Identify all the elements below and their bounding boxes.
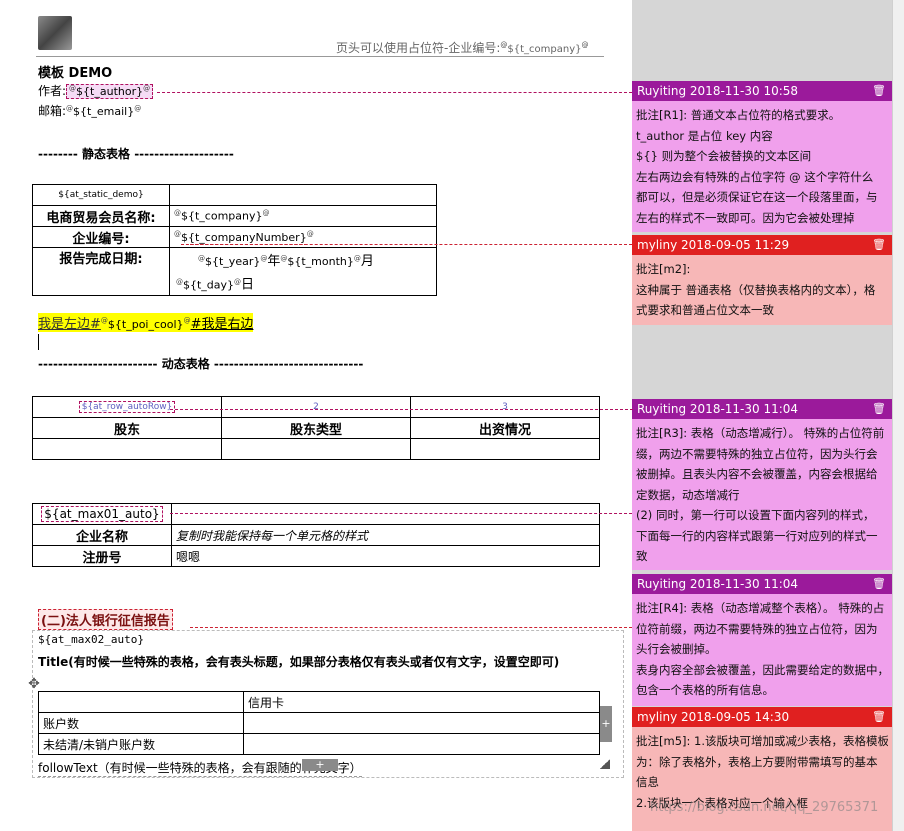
max02-table: 信用卡 账户数 未结清/未销户账户数 [38,691,600,755]
add-row-icon[interactable]: + [302,759,338,771]
comment-line: (2) 同时，第一行可以设置下面内容列的样式， [636,508,875,522]
comment-body[interactable]: 批注[m5]: 1.该版块可增加或减少表格，表格模板 为：除了表格外，表格上方要附… [632,727,892,831]
move-handle-icon[interactable]: ✥ [26,676,42,692]
comment-header[interactable]: myliny 2018-09-05 11:29 🗑 [632,235,892,255]
comment-line: 批注[R4]: 表格（动态增减整个表格）。 特殊的占 [636,601,885,615]
section-title: (二)法人银行征信报告 [38,609,173,630]
comment-line: 包含一个表格的所有信息。 [636,683,774,697]
add-column-icon[interactable]: + [600,706,612,742]
dynamic-table: ${at_row_autoRow} 2 3 股东 股东类型 出资情况 [32,396,600,460]
comment-author: Ruyiting 2018-11-30 11:04 [637,402,799,416]
comment-author: Ruyiting 2018-11-30 10:58 [637,84,799,98]
comment-author: Ruyiting 2018-11-30 11:04 [637,577,799,591]
trash-icon[interactable]: 🗑 [872,574,886,594]
document-page: 页头可以使用占位符-企业编号:@${t_company}@ 模板 DEMO 作者… [0,0,632,831]
comment-line: 头行会被删掉。 [636,642,717,656]
title-line: Title(有时候一些特殊的表格，会有表头标题，如果部分表格仅有表头或者仅有文字… [38,655,560,669]
comment-connector [190,627,632,628]
trash-icon[interactable]: 🗑 [872,81,886,101]
comment-line: 被删掉。且表头内容不会被覆盖，内容会根据给 [636,467,878,481]
comment-body[interactable]: 批注[R3]: 表格（动态增减行）。 特殊的占位符前 缀，两边不需要特殊的独立占位… [632,419,892,570]
max02-key: ${at_max02_auto} [38,633,144,646]
static-demo-key: ${at_static_demo} [32,184,170,206]
comment-connector [170,409,633,410]
dynamic-heading: ------------------------ 动态表格 ----------… [38,357,364,371]
comment-line: 为：除了表格外，表格上方要附带需填写的基本 [636,754,878,769]
comment-line: 致 [636,549,648,563]
author-placeholder[interactable]: @${t_author}@ [66,84,154,99]
comment-line: 表身内容全部会被覆盖，因此需要给定的数据中， [636,662,888,677]
comment-header[interactable]: Ruyiting 2018-11-30 11:04 🗑 [632,399,892,419]
trash-icon[interactable]: 🗑 [872,235,886,255]
comment-line: 定数据，动态增减行 [636,487,740,502]
comment-line: 都可以，但是必须保证它在这一个段落里面，与 [636,190,878,204]
comment-line: 位符前缀，两边不需要特殊的独立占位符，因为 [636,621,878,636]
comment-line: 批注[m2]: [636,262,691,276]
scrollbar[interactable] [892,0,904,831]
header-logo [38,16,72,50]
comment-line: 式要求和普通占位文本一致 [636,303,774,317]
comment-author: myliny 2018-09-05 14:30 [637,710,790,724]
comment-line: 信息 [636,775,659,789]
comment-body[interactable]: 批注[R4]: 表格（动态增减整个表格）。 特殊的占 位符前缀，两边不需要特殊的独… [632,594,892,706]
static-table: ${at_static_demo} 电商贸易会员名称: @${t_company}… [32,184,437,297]
comment-body[interactable]: 批注[m2]: 这种属于 普通表格（仅替换表格内的文本），格 式要求和普通占位文本一… [632,255,892,325]
comment-author: myliny 2018-09-05 11:29 [637,238,790,252]
comment-line: 下面每一行的内容样式跟第一行对应列的样式一 [636,528,878,543]
comment-line: 左右的样式不一致即可。因为它会被处理掉 [636,210,855,225]
comment-line: ${} 则为整个会被替换的文本区间 [636,149,812,163]
comment-line: 批注[R3]: 表格（动态增减行）。 特殊的占位符前 [636,426,885,440]
text-cursor [38,334,39,350]
comment-header[interactable]: Ruyiting 2018-11-30 11:04 🗑 [632,574,892,594]
comment-line: t_author 是占位 key 内容 [636,128,773,143]
highlight-line: 我是左边#@${t_poi_cool}@#我是右边 [38,313,254,332]
watermark: https://blog.csdn.net/qq_29765371 [650,800,879,815]
header-rule [36,56,604,57]
comment-body[interactable]: 批注[R1]: 普通文本占位符的格式要求。 t_author 是占位 key 内容… [632,101,892,232]
comment-line: 批注[R1]: 普通文本占位符的格式要求。 [636,108,841,122]
comment-connector [157,92,632,93]
comment-line: 左右两边会有特殊的占位字符 @ 这个字符什么 [636,169,874,184]
doc-title: 模板 DEMO [38,66,113,81]
email-line: 邮箱:@${t_email}@ [38,104,142,118]
comment-line: 缀，两边不需要特殊的独立占位符，因为头行会 [636,446,878,461]
trash-icon[interactable]: 🗑 [872,399,886,419]
static-heading: -------- 静态表格 -------------------- [38,147,234,161]
header-text: 页头可以使用占位符-企业编号:@${t_company}@ [336,41,589,55]
comment-line: 批注[m5]: 1.该版块可增加或减少表格，表格模板 [636,734,888,748]
comment-header[interactable]: Ruyiting 2018-11-30 10:58 🗑 [632,81,892,101]
comment-connector [170,513,632,514]
trash-icon[interactable]: 🗑 [872,707,886,727]
resize-icon[interactable] [600,759,610,769]
comment-connector [190,244,632,245]
author-line: 作者: @${t_author}@ [38,82,154,99]
comment-header[interactable]: myliny 2018-09-05 14:30 🗑 [632,707,892,727]
comment-line: 这种属于 普通表格（仅替换表格内的文本），格 [636,282,876,297]
